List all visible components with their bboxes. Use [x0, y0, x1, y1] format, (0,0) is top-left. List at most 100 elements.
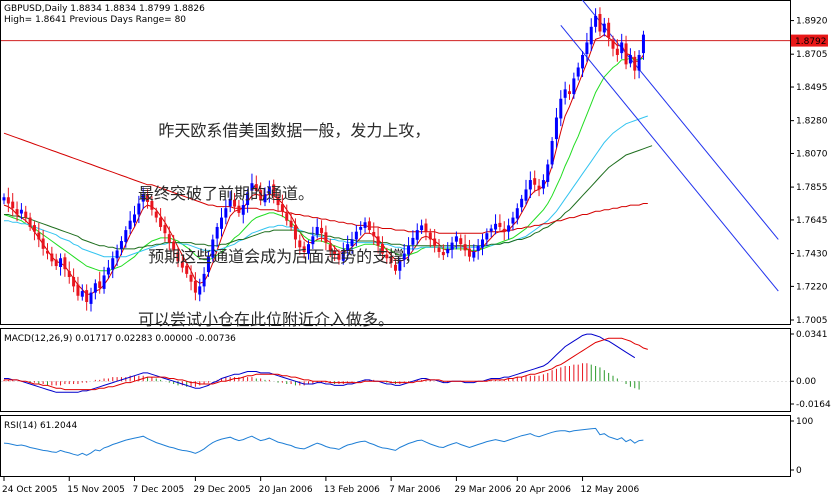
candle-body [398, 261, 402, 271]
candle-body [2, 197, 6, 201]
candle-body [24, 211, 28, 218]
candle-body [293, 225, 297, 240]
candle-body [54, 259, 58, 267]
price-y-tick-label: 1.8920 [796, 17, 828, 27]
candle-body [259, 190, 263, 201]
candle-body [502, 228, 506, 232]
x-tick-label: 20 Jan 2006 [259, 485, 313, 495]
candle-body [124, 230, 128, 242]
candle-body [50, 253, 54, 262]
candle-body [220, 217, 223, 229]
candle-body [589, 26, 593, 45]
candle-body [407, 245, 411, 255]
candle-body [41, 238, 45, 249]
candle-body [176, 252, 180, 262]
candle-body [489, 228, 493, 232]
candle-body [515, 208, 519, 219]
candle-body [507, 225, 511, 232]
candle-body [311, 236, 315, 245]
candle-body [224, 208, 228, 218]
candle-body [98, 281, 102, 288]
candle-body [533, 178, 537, 185]
candle-body [524, 189, 528, 201]
candle-body [298, 240, 302, 248]
x-tick-label: 29 Dec 2005 [193, 485, 251, 495]
candle-body [572, 78, 576, 95]
candle-body [594, 15, 598, 27]
candle-body [624, 43, 628, 65]
candle-body [546, 164, 550, 182]
candle-body [420, 225, 424, 231]
candle-body [498, 222, 502, 227]
price-y-tick-label: 1.8495 [796, 83, 828, 93]
price-pane-frame [0, 0, 791, 325]
candle-body [411, 237, 415, 245]
candle-body [307, 244, 310, 254]
candle-body [354, 231, 358, 240]
range-info-text: High= 1.8641 Previous Days Range= 80 [4, 15, 186, 25]
candle-body [115, 250, 119, 259]
candle-body [198, 286, 202, 295]
candle-body [550, 140, 554, 165]
candle-body [59, 258, 63, 267]
candle-body [641, 34, 645, 54]
candle-body [528, 180, 532, 190]
candle-body [346, 244, 350, 252]
candle-body [180, 261, 184, 268]
candle-body [537, 185, 541, 190]
price-y-tick-label: 1.8705 [796, 50, 828, 60]
candle-body [554, 117, 558, 140]
candle-body [433, 238, 437, 246]
candle-body [150, 201, 154, 210]
candle-body [494, 223, 498, 230]
symbol-info-text: GBPUSD,Daily 1.8834 1.8834 1.8799 1.8826 [4, 4, 205, 14]
candle-body [568, 91, 571, 95]
x-tick-label: 12 May 2006 [581, 485, 640, 495]
candle-body [350, 239, 354, 247]
candle-body [389, 257, 393, 263]
candle-body [37, 232, 41, 240]
candle-body [541, 180, 545, 189]
candle-body [106, 267, 110, 275]
rsi-y-tick-label: 100 [796, 417, 813, 427]
macd-y-tick-label: 0.00 [796, 377, 816, 387]
x-tick-label: 7 Dec 2005 [133, 485, 185, 495]
candle-body [163, 225, 167, 234]
candle-body [280, 204, 284, 212]
price-y-tick-label: 1.7220 [796, 282, 828, 292]
macd-title: MACD(12,26,9) 0.01717 0.02283 0.00000 -0… [4, 334, 236, 344]
candle-body [141, 194, 145, 202]
x-tick-label: 7 Mar 2006 [389, 485, 441, 495]
candle-body [159, 217, 163, 227]
candle-body [19, 209, 23, 214]
candle-body [93, 283, 97, 293]
chart-window: 1.8920 1.8705 1.8495 1.8280 1.8070 1.7855 1.76… [0, 0, 831, 496]
candle-body [576, 67, 580, 77]
candle-body [394, 264, 397, 271]
candle-body [215, 226, 219, 239]
candle-body [167, 234, 171, 243]
candle-body [6, 197, 10, 204]
candle-body [137, 203, 141, 215]
candle-body [363, 222, 367, 228]
candle-body [333, 250, 337, 256]
x-tick-label: 24 Oct 2005 [2, 485, 58, 495]
price-y-tick-label: 1.7430 [796, 250, 828, 260]
candle-body [72, 277, 76, 287]
candle-body [454, 236, 458, 242]
candle-body [128, 220, 132, 230]
candle-body [428, 232, 432, 240]
candle-body [28, 217, 32, 227]
candle-body [511, 217, 515, 224]
candle-body [607, 22, 611, 38]
macd-y-tick-label: 0.0341 [796, 330, 828, 340]
candle-body [328, 244, 332, 251]
candle-body [615, 48, 619, 55]
price-y-tick-label: 1.8280 [796, 117, 828, 127]
candle-body [46, 250, 49, 254]
candle-body [450, 242, 454, 250]
candle-body [385, 254, 389, 259]
candle-body [289, 220, 293, 227]
candle-body [211, 239, 215, 258]
x-tick-label: 20 Apr 2006 [515, 485, 571, 495]
